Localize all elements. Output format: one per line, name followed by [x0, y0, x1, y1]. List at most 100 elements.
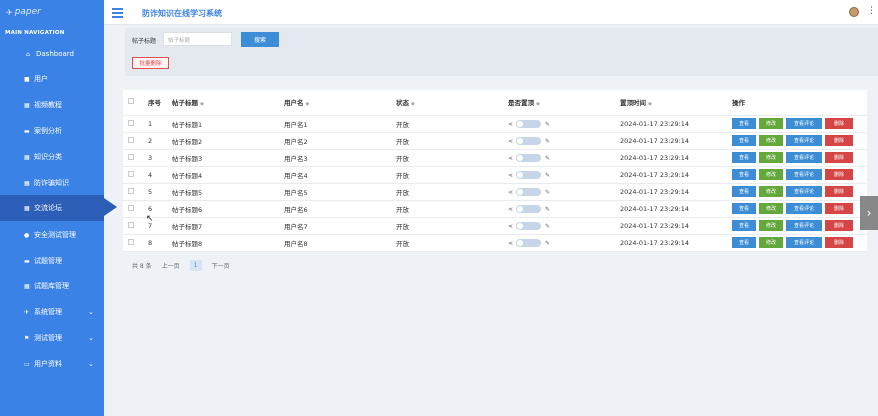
view-button[interactable]: 查看 [732, 118, 756, 129]
pin-toggle[interactable] [516, 204, 542, 213]
more-options-icon[interactable]: ⋮ [867, 6, 876, 16]
sidebar-item[interactable]: ▦ 防诈骗知识 [0, 170, 104, 196]
edit-button[interactable]: 修改 [759, 237, 783, 248]
view-comments-button[interactable]: 查看评论 [786, 135, 822, 146]
prev-page-button[interactable]: 上一页 [162, 261, 180, 270]
view-comments-button[interactable]: 查看评论 [786, 220, 822, 231]
delete-button[interactable]: 删除 [825, 203, 853, 214]
view-button[interactable]: 查看 [732, 203, 756, 214]
view-button[interactable]: 查看 [732, 237, 756, 248]
pin-toggle[interactable] [516, 153, 542, 162]
row-status: 开放 [393, 115, 505, 133]
sidebar-item[interactable]: ▦ 交流论坛 [0, 195, 104, 221]
column-header-status[interactable]: 状态 ◆ [393, 90, 505, 116]
row-checkbox[interactable] [128, 187, 134, 194]
view-button[interactable]: 查看 [732, 169, 756, 180]
view-button[interactable]: 查看 [732, 220, 756, 231]
row-pinned: ⋖ ✎ [505, 115, 617, 133]
edit-icon[interactable]: ✎ [545, 172, 550, 179]
edit-icon[interactable]: ✎ [545, 206, 550, 213]
row-checkbox[interactable] [128, 136, 134, 143]
pin-toggle[interactable] [516, 170, 542, 179]
view-button[interactable]: 查看 [732, 152, 756, 163]
sidebar-item[interactable]: ▦ 视频教程 [0, 92, 104, 118]
column-header-title[interactable]: 帖子标题 ◆ [169, 90, 281, 116]
delete-button[interactable]: 删除 [825, 237, 853, 248]
column-header-user[interactable]: 用户名 ◆ [281, 90, 393, 116]
pin-toggle[interactable] [516, 187, 542, 196]
sidebar-item[interactable]: ▦ 知识分类 [0, 144, 104, 170]
edit-button[interactable]: 修改 [759, 135, 783, 146]
row-actions: 查看 修改 查看评论 删除 [729, 183, 867, 201]
delete-button[interactable]: 删除 [825, 220, 853, 231]
sort-icon: ◆ [648, 101, 652, 108]
edit-button[interactable]: 修改 [759, 118, 783, 129]
row-pinned: ⋖ ✎ [505, 149, 617, 167]
sidebar-item[interactable]: ⚑ 测试管理 ⌄ [0, 325, 104, 351]
edit-icon[interactable]: ✎ [545, 240, 550, 247]
row-checkbox[interactable] [128, 204, 134, 211]
edit-button[interactable]: 修改 [759, 220, 783, 231]
table-row: 8 帖子标题8 用户名8 开放 ⋖ ✎ 2024-01-17 23:29:14 查看 修改 查看评… [123, 234, 867, 252]
next-page-button[interactable]: 下一页 [212, 261, 230, 270]
edit-icon[interactable]: ✎ [545, 155, 550, 162]
view-comments-button[interactable]: 查看评论 [786, 118, 822, 129]
search-input[interactable]: 帖子标题 [163, 32, 232, 46]
grid-icon: ▦ [24, 204, 30, 212]
edit-icon[interactable]: ✎ [545, 189, 550, 196]
delete-button[interactable]: 删除 [825, 135, 853, 146]
sidebar-item[interactable]: ● 安全测试管理 [0, 222, 104, 248]
edit-button[interactable]: 修改 [759, 169, 783, 180]
delete-button[interactable]: 删除 [825, 152, 853, 163]
pin-toggle[interactable] [516, 221, 542, 230]
menu-toggle-icon[interactable] [112, 8, 123, 20]
edit-icon[interactable]: ✎ [545, 138, 550, 145]
table-row: 6 帖子标题6 用户名6 开放 ⋖ ✎ 2024-01-17 23:29:14 查看 修改 查看评… [123, 200, 867, 218]
edit-button[interactable]: 修改 [759, 152, 783, 163]
avatar[interactable] [849, 7, 859, 17]
sidebar-item[interactable]: ⌂ Dashboard [0, 41, 104, 67]
column-header-pinned[interactable]: 是否置顶 ◆ [505, 90, 617, 116]
sidebar-item[interactable]: ▬ 试题管理 [0, 248, 104, 274]
delete-button[interactable]: 删除 [825, 186, 853, 197]
search-button[interactable]: 搜索 [241, 32, 279, 47]
search-label: 帖子标题 [132, 38, 157, 45]
share-icon: ⋖ [508, 137, 514, 145]
view-comments-button[interactable]: 查看评论 [786, 186, 822, 197]
row-user: 用户名1 [281, 115, 393, 133]
sidebar-item[interactable]: ▦ 试题库管理 [0, 273, 104, 299]
sidebar-item[interactable]: ▬ 案例分析 [0, 118, 104, 144]
edit-icon[interactable]: ✎ [545, 121, 550, 128]
edit-button[interactable]: 修改 [759, 186, 783, 197]
row-checkbox[interactable] [128, 170, 134, 177]
view-comments-button[interactable]: 查看评论 [786, 237, 822, 248]
view-comments-button[interactable]: 查看评论 [786, 152, 822, 163]
chevron-right-icon[interactable]: › [860, 196, 878, 230]
pin-toggle[interactable] [516, 238, 542, 247]
sidebar-item[interactable]: ✈ 系统管理 ⌄ [0, 299, 104, 325]
sidebar-item[interactable]: ▭ 用户资料 ⌄ [0, 351, 104, 377]
view-comments-button[interactable]: 查看评论 [786, 203, 822, 214]
row-checkbox[interactable] [128, 119, 134, 126]
column-header-pin-time[interactable]: 置顶时间 ◆ [617, 90, 729, 116]
sort-icon: ◆ [200, 101, 204, 108]
batch-delete-button[interactable]: 批量删除 [132, 57, 169, 69]
edit-button[interactable]: 修改 [759, 203, 783, 214]
row-pinned: ⋖ ✎ [505, 217, 617, 235]
row-title: 帖子标题5 [169, 183, 281, 201]
sidebar-item[interactable]: ■ 用户 [0, 66, 104, 92]
pin-toggle[interactable] [516, 119, 542, 128]
view-button[interactable]: 查看 [732, 186, 756, 197]
row-checkbox[interactable] [128, 238, 134, 245]
view-button[interactable]: 查看 [732, 135, 756, 146]
page-number[interactable]: 1 [189, 260, 202, 271]
delete-button[interactable]: 删除 [825, 118, 853, 129]
row-checkbox[interactable] [128, 221, 134, 228]
edit-icon[interactable]: ✎ [545, 223, 550, 230]
select-all-checkbox[interactable] [128, 98, 134, 105]
pin-toggle[interactable] [516, 136, 542, 145]
logo[interactable]: ✈ paper [0, 0, 104, 24]
view-comments-button[interactable]: 查看评论 [786, 169, 822, 180]
delete-button[interactable]: 删除 [825, 169, 853, 180]
row-checkbox[interactable] [128, 153, 134, 160]
